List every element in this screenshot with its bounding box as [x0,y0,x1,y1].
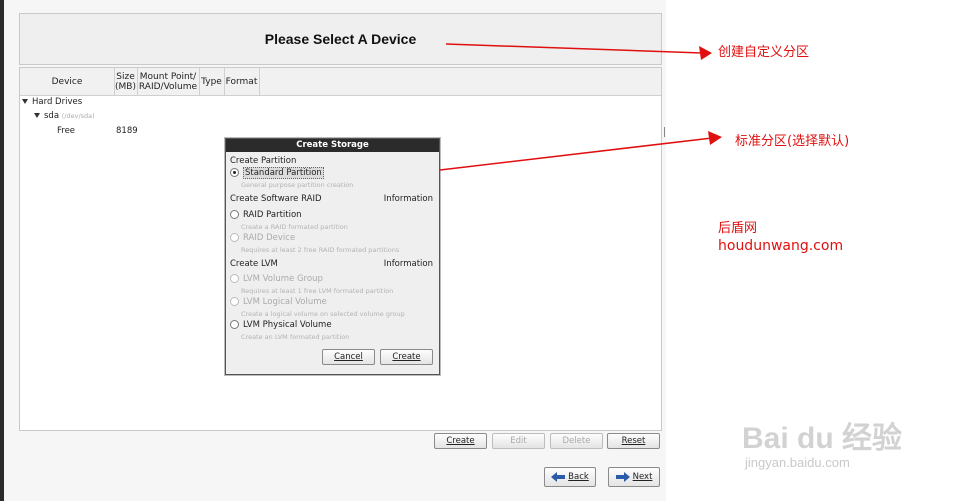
raid-partition-desc: Create a RAID formated partition [241,223,348,231]
standard-partition-desc: General purpose partition creation [241,181,354,189]
column-mount-point[interactable]: Mount Point/ RAID/Volume [137,68,200,95]
tree-row-free[interactable]: Free [57,126,75,136]
cancel-button[interactable]: Cancel [322,349,375,365]
header-panel: Please Select A Device [19,13,662,65]
raid-information-link[interactable]: Information [384,194,433,204]
free-size: 8189 [116,126,138,136]
edit-button[interactable]: Edit [492,433,545,449]
tree-row-sda[interactable]: sda (/dev/sda) [34,111,95,121]
lvm-volume-group-desc: Requires at least 1 free LVM formated pa… [241,287,394,295]
option-lvm-physical-volume[interactable]: LVM Physical Volume [230,320,332,330]
column-format[interactable]: Format [224,68,260,95]
baidu-watermark-url: jingyan.baidu.com [745,455,850,470]
next-button[interactable]: Next [608,467,660,487]
arrow-right-icon [615,472,630,482]
back-button[interactable]: Back [544,467,596,487]
radio-icon[interactable] [230,320,239,329]
page-title: Please Select A Device [264,31,417,47]
column-device[interactable]: Device [20,68,115,95]
dialog-create-button[interactable]: Create [380,349,433,365]
option-lvm-logical-volume[interactable]: LVM Logical Volume [230,297,327,307]
option-standard-partition[interactable]: Standard Partition [230,167,324,179]
disk-path: (/dev/sda) [61,112,95,120]
baidu-watermark-logo: Bai du 经验 [742,422,903,455]
raid-device-desc: Requires at least 2 free RAID formated p… [241,246,400,254]
table-header: Device Size (MB) Mount Point/ RAID/Volum… [20,68,661,96]
create-button[interactable]: Create [434,433,487,449]
lvm-physical-volume-desc: Create an LVM formated partition [241,333,350,341]
lvm-logical-volume-desc: Create a logical volume on selected volu… [241,310,405,318]
arrow-left-icon [551,472,566,482]
column-type[interactable]: Type [199,68,225,95]
dialog-title: Create Storage [226,139,439,152]
option-lvm-volume-group[interactable]: LVM Volume Group [230,274,323,284]
expander-down-icon[interactable] [22,99,28,104]
tree-row-hard-drives[interactable]: Hard Drives [22,97,82,107]
scrollbar-marker[interactable] [664,127,665,137]
section-create-lvm: Create LVM [230,259,278,269]
expander-down-icon[interactable] [34,113,40,118]
section-create-raid: Create Software RAID [230,194,322,204]
annotation-site-name: 后盾网 [718,221,758,236]
option-raid-device[interactable]: RAID Device [230,233,295,243]
radio-disabled-icon[interactable] [230,274,239,283]
radio-disabled-icon[interactable] [230,233,239,242]
option-raid-partition[interactable]: RAID Partition [230,210,302,220]
radio-checked-icon[interactable] [230,168,239,177]
reset-button[interactable]: Reset [607,433,660,449]
create-storage-dialog: Create Storage Create Partition Standard… [225,138,440,375]
delete-button[interactable]: Delete [550,433,603,449]
radio-disabled-icon[interactable] [230,297,239,306]
annotation-site-url: houdunwang.com [718,238,844,254]
radio-icon[interactable] [230,210,239,219]
left-border [0,0,4,501]
section-create-partition: Create Partition [230,156,297,166]
annotation-standard-partition: 标准分区(选择默认) [735,134,850,149]
lvm-information-link[interactable]: Information [384,259,433,269]
annotation-custom-partition: 创建自定义分区 [718,45,810,60]
column-size[interactable]: Size (MB) [114,68,138,95]
